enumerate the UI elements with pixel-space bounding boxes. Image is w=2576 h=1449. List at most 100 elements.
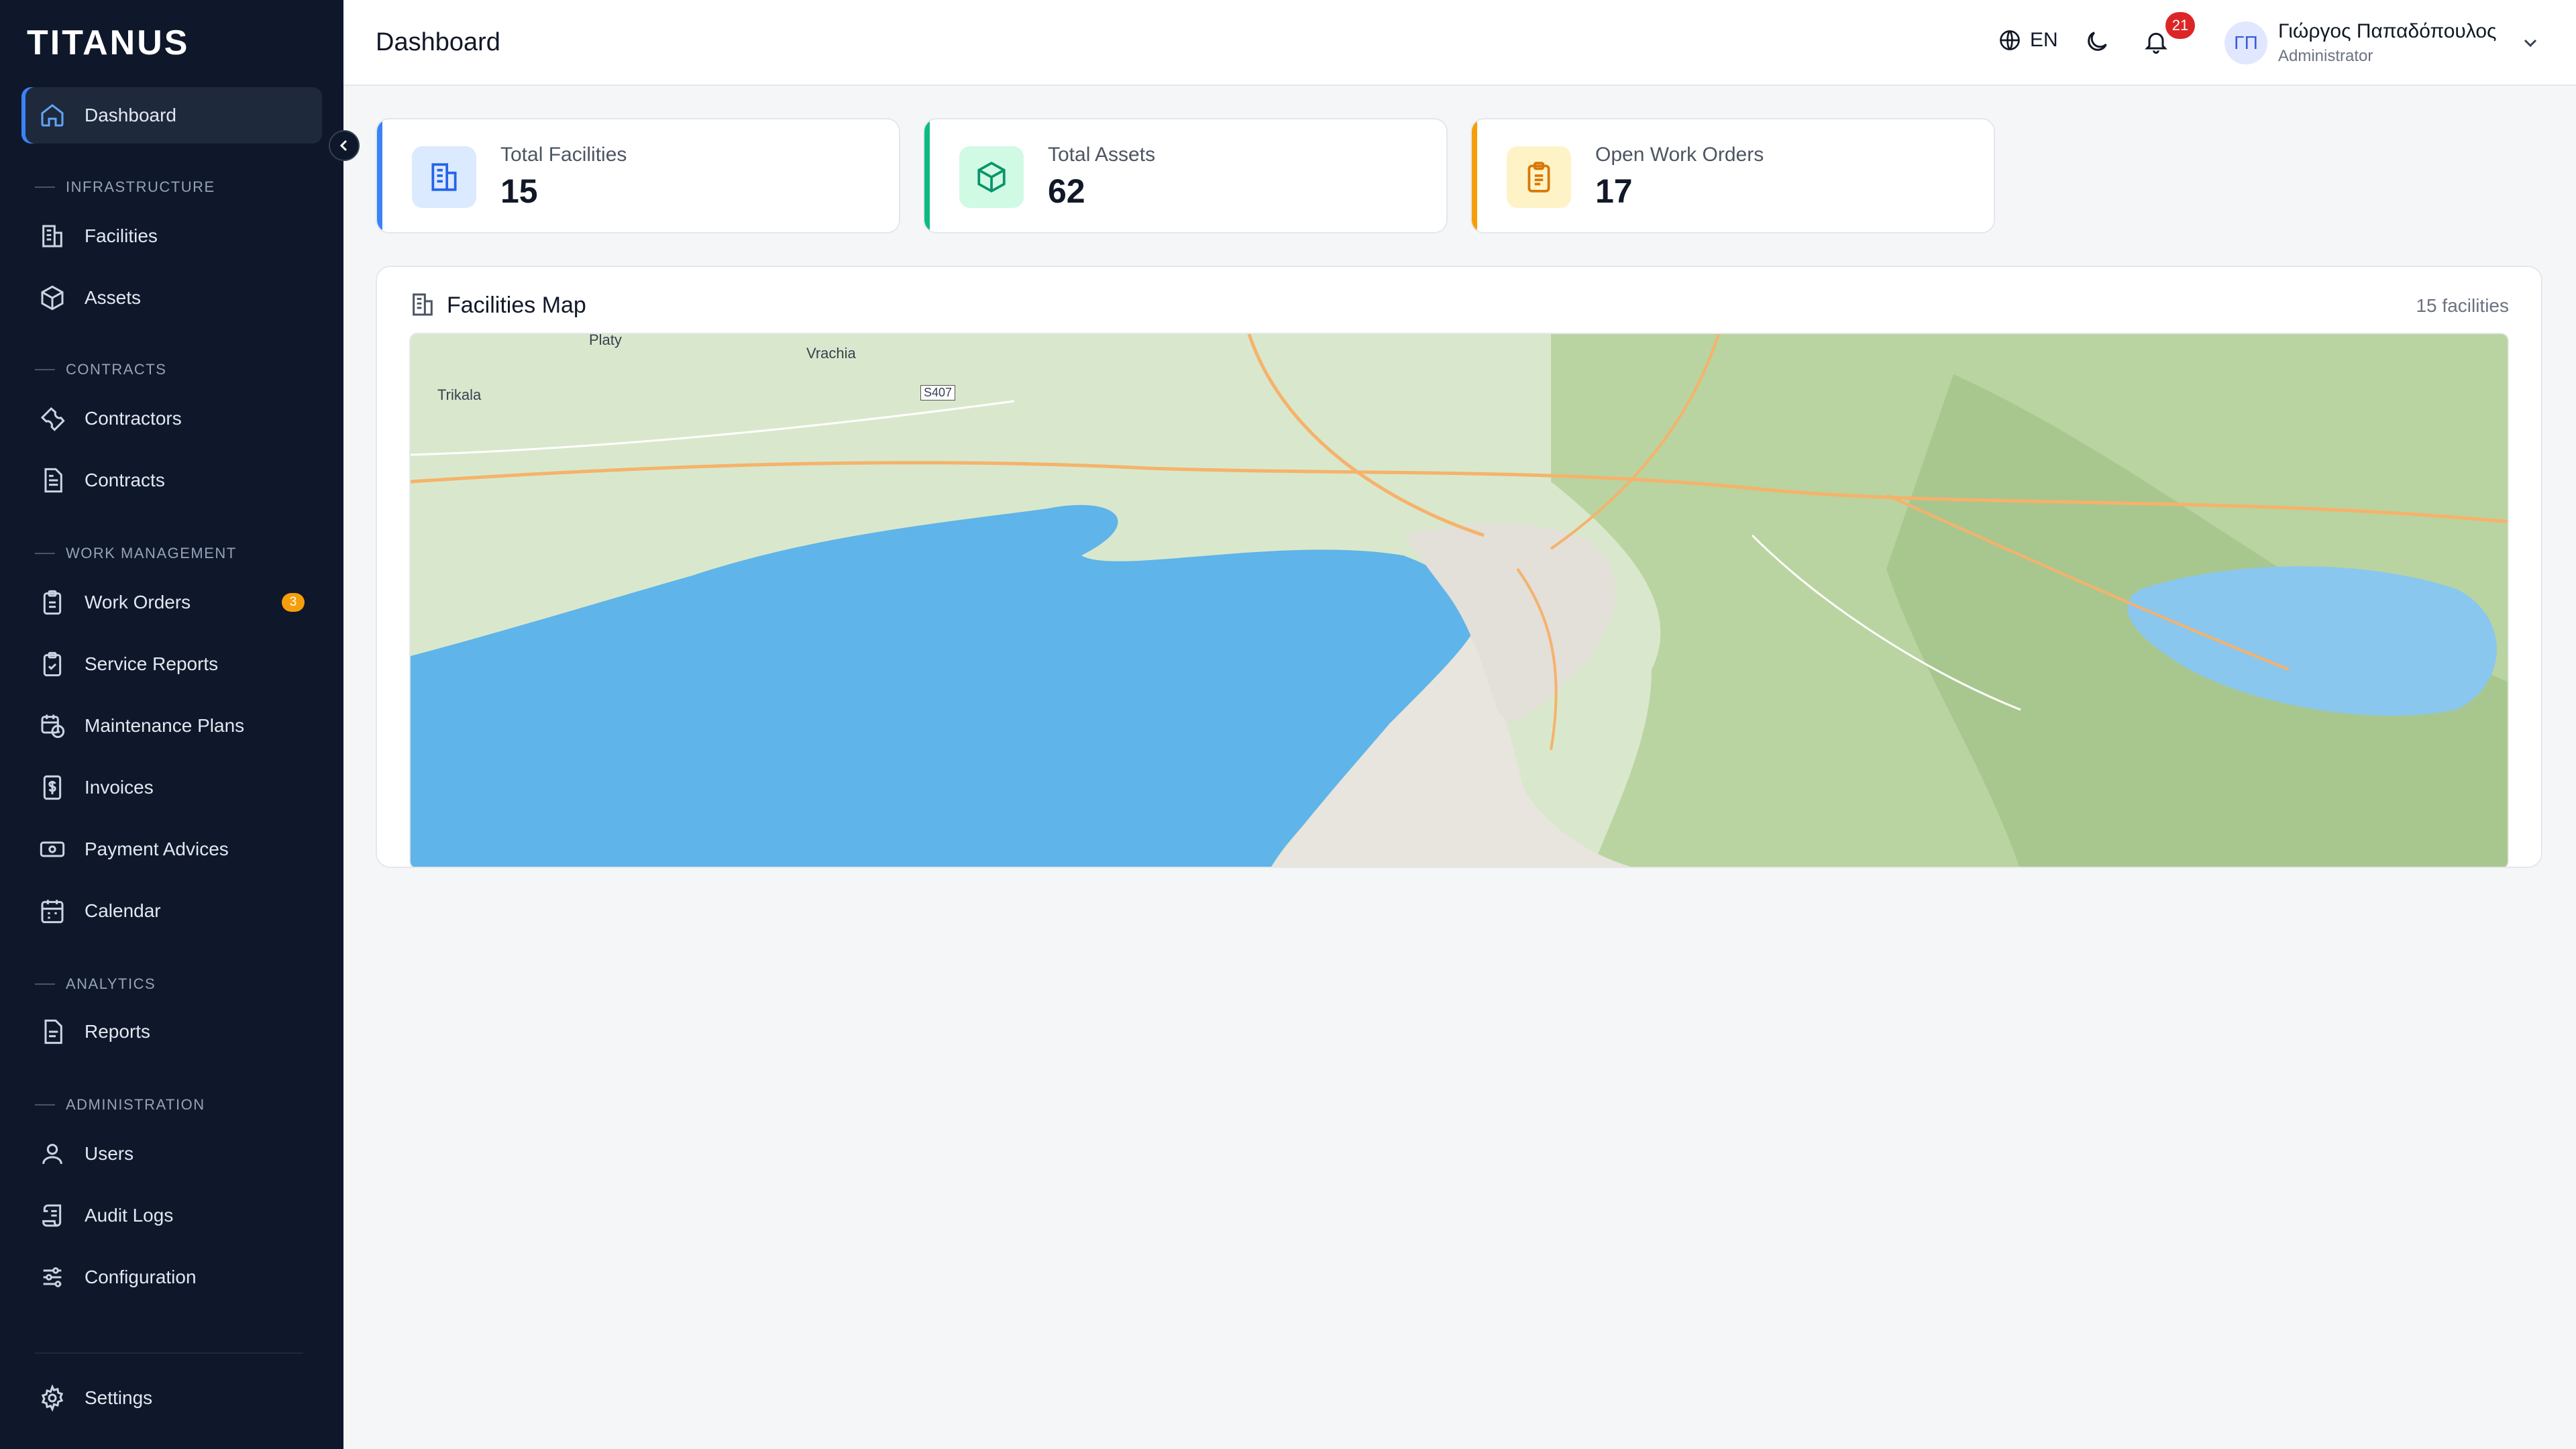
building-icon — [431, 163, 457, 191]
stat-value: 17 — [1595, 172, 1633, 210]
assets-icon-box — [959, 146, 1024, 208]
calendar-icon — [41, 900, 64, 924]
avatar[interactable]: ΓΠ — [2224, 21, 2267, 64]
gear-icon — [41, 1385, 64, 1411]
sidebar-item-settings[interactable]: Settings — [21, 1370, 322, 1426]
box-icon — [41, 285, 64, 311]
section-contracts: CONTRACTS — [35, 361, 166, 378]
sidebar-item-payment-advices[interactable]: Payment Advices — [21, 821, 322, 877]
sidebar-item-service-reports[interactable]: Service Reports — [21, 636, 322, 692]
sidebar-item-label: Work Orders — [85, 592, 191, 612]
stat-label: Total Facilities — [500, 144, 627, 166]
sidebar-item-dashboard[interactable]: Dashboard — [21, 87, 322, 144]
sidebar-item-assets[interactable]: Assets — [21, 270, 322, 326]
chevron-down-icon[interactable] — [2520, 32, 2541, 54]
page-title: Dashboard — [376, 28, 500, 56]
sidebar-item-label: Payment Advices — [85, 839, 229, 859]
sidebar-item-configuration[interactable]: Configuration — [21, 1249, 322, 1305]
app-logo: TITANUS — [27, 23, 190, 62]
section-infrastructure: INFRASTRUCTURE — [35, 178, 215, 196]
sidebar-item-label: Contracts — [85, 470, 165, 490]
user-name[interactable]: Γιώργος Παπαδόπουλος — [2278, 20, 2497, 43]
bell-icon — [2145, 32, 2167, 54]
sidebar-item-label: Dashboard — [85, 105, 176, 125]
document-icon — [44, 468, 62, 493]
sidebar-item-contracts[interactable]: Contracts — [21, 452, 322, 508]
card-accent — [377, 119, 382, 232]
sidebar-item-reports[interactable]: Reports — [21, 1004, 322, 1060]
home-icon — [41, 104, 64, 127]
stat-label: Total Assets — [1048, 144, 1156, 166]
banknote-icon — [40, 841, 65, 857]
card-accent — [924, 119, 930, 232]
sidebar-item-label: Audit Logs — [85, 1205, 174, 1226]
sidebar-item-calendar[interactable]: Calendar — [21, 883, 322, 939]
sidebar-item-label: Assets — [85, 287, 142, 308]
map-label: Platy — [589, 333, 622, 348]
sidebar-item-users[interactable]: Users — [21, 1126, 322, 1182]
sidebar-item-label: Configuration — [85, 1267, 197, 1287]
map-label: Trikala — [437, 386, 482, 403]
map-label: Vrachia — [806, 345, 856, 362]
top-header: Dashboard EN 21 ΓΠ Γιώργος Παπαδόπουλος … — [343, 0, 2576, 86]
stat-card-open-work-orders[interactable]: Open Work Orders 17 — [1470, 118, 1995, 233]
sidebar: TITANUS Dashboard INFRASTRUCTURE Facilit… — [0, 0, 343, 1449]
clipboard-icon — [43, 590, 62, 615]
facility-count: 15 facilities — [2416, 295, 2509, 316]
user-role: Administrator — [2278, 47, 2373, 65]
sidebar-item-contractors[interactable]: Contractors — [21, 390, 322, 447]
file-text-icon — [44, 1019, 62, 1044]
sidebar-item-label: Reports — [85, 1021, 151, 1042]
building-icon — [413, 293, 433, 316]
language-label: EN — [2030, 29, 2058, 51]
theme-toggle-button[interactable] — [2084, 28, 2110, 55]
card-title: Facilities Map — [447, 292, 586, 318]
section-work-management: WORK MANAGEMENT — [35, 545, 237, 562]
sidebar-item-label: Users — [85, 1143, 134, 1164]
work-orders-count-badge: 3 — [282, 593, 305, 612]
card-accent — [1472, 119, 1477, 232]
chevron-left-icon — [339, 140, 347, 152]
map-background — [411, 334, 2508, 867]
facilities-icon-box — [412, 146, 476, 208]
scroll-icon — [42, 1204, 62, 1227]
section-administration: ADMINISTRATION — [35, 1096, 205, 1114]
road-shield: S407 — [920, 385, 956, 400]
notifications-button[interactable] — [2143, 28, 2169, 55]
sidebar-item-label: Contractors — [85, 408, 182, 429]
invoice-icon — [43, 775, 62, 800]
sidebar-item-facilities[interactable]: Facilities — [21, 208, 322, 264]
sidebar-item-maintenance-plans[interactable]: Maintenance Plans — [21, 698, 322, 754]
sidebar-item-label: Settings — [85, 1387, 153, 1408]
map-canvas[interactable]: Platy Vrachia Trikala S407 — [409, 333, 2509, 867]
sidebar-item-label: Calendar — [85, 900, 161, 921]
building-icon — [42, 225, 62, 248]
sidebar-collapse-button[interactable] — [329, 130, 360, 161]
stat-card-assets[interactable]: Total Assets 62 — [923, 118, 1448, 233]
sidebar-item-label: Service Reports — [85, 653, 219, 674]
sidebar-item-label: Invoices — [85, 777, 154, 798]
language-switcher[interactable]: EN — [1998, 28, 2058, 52]
user-icon — [42, 1144, 62, 1165]
sidebar-divider — [35, 1352, 303, 1354]
wrench-icon — [40, 407, 65, 431]
sidebar-item-label: Facilities — [85, 225, 158, 246]
stat-card-facilities[interactable]: Total Facilities 15 — [376, 118, 900, 233]
facilities-map-card: Facilities Map 15 facilities Platy Vrach… — [376, 266, 2542, 868]
box-icon — [977, 162, 1006, 193]
stat-label: Open Work Orders — [1595, 144, 1764, 166]
sidebar-item-invoices[interactable]: Invoices — [21, 759, 322, 816]
moon-icon — [2088, 32, 2107, 51]
sidebar-item-work-orders[interactable]: Work Orders 3 — [21, 574, 322, 631]
calendar-clock-icon — [41, 714, 65, 739]
sidebar-item-audit-logs[interactable]: Audit Logs — [21, 1187, 322, 1244]
orders-icon-box — [1507, 146, 1571, 208]
sliders-icon — [43, 1267, 62, 1287]
stat-value: 62 — [1048, 172, 1085, 210]
clipboard-icon — [1527, 162, 1550, 193]
section-analytics: ANALYTICS — [35, 975, 156, 993]
globe-icon — [2000, 30, 2020, 50]
notification-count-badge: 21 — [2165, 12, 2195, 39]
clipboard-check-icon — [43, 651, 62, 677]
sidebar-item-label: Maintenance Plans — [85, 715, 245, 736]
